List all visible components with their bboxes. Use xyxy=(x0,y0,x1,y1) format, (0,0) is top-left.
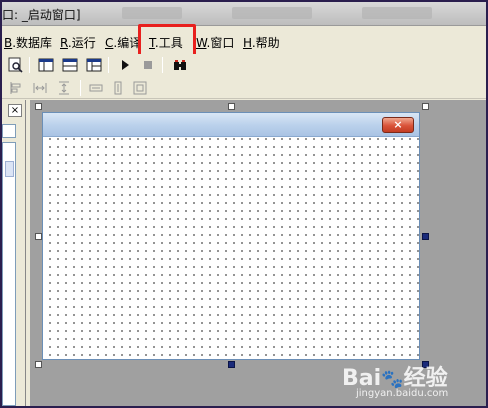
menu-window[interactable]: W.窗口 xyxy=(196,34,234,51)
same-width-icon[interactable] xyxy=(88,80,104,96)
window-layout-icon[interactable] xyxy=(38,57,54,73)
form-close-button[interactable]: × xyxy=(382,117,414,133)
selection-handle[interactable] xyxy=(35,233,42,240)
paw-icon: 🐾 xyxy=(381,369,404,390)
same-size-icon[interactable] xyxy=(132,80,148,96)
tools-menu-highlight xyxy=(138,24,196,58)
menu-compile[interactable]: C.编译 xyxy=(105,34,141,51)
object-list[interactable] xyxy=(2,142,16,406)
window-title: 口: _启动窗口] xyxy=(2,8,81,22)
list-scrollbar[interactable] xyxy=(5,161,14,177)
baidu-watermark: Bai🐾经验 jingyan.baidu.com xyxy=(342,360,448,399)
blurred-title-text xyxy=(232,7,312,19)
stop-icon[interactable] xyxy=(140,57,156,73)
selection-handle[interactable] xyxy=(422,233,429,240)
watermark-url: jingyan.baidu.com xyxy=(356,388,449,399)
startup-window-form[interactable]: × xyxy=(42,112,420,360)
menu-help[interactable]: H.帮助 xyxy=(243,34,280,51)
selection-handle[interactable] xyxy=(422,103,429,110)
panel-close-button[interactable]: × xyxy=(8,104,22,117)
menu-database[interactable]: B.数据库 xyxy=(4,34,52,51)
menu-bar: B.数据库 R.运行 C.编译 T.工具 W.窗口 H.帮助 xyxy=(2,30,486,54)
same-height-icon[interactable] xyxy=(110,80,126,96)
run-icon[interactable] xyxy=(117,57,133,73)
align-left-icon[interactable] xyxy=(8,80,24,96)
ide-window: 口: _启动窗口] B.数据库 R.运行 C.编译 T.工具 W.窗口 H.帮助 xyxy=(2,2,486,406)
window-layout-2-icon[interactable] xyxy=(62,57,78,73)
title-bar: 口: _启动窗口] xyxy=(2,2,486,26)
main-toolbar xyxy=(2,54,486,76)
align-center-icon[interactable] xyxy=(56,80,72,96)
space-horizontal-icon[interactable] xyxy=(32,80,48,96)
window-layout-3-icon[interactable] xyxy=(86,57,102,73)
selection-handle[interactable] xyxy=(35,103,42,110)
selection-handle[interactable] xyxy=(35,361,42,368)
selection-handle[interactable] xyxy=(228,103,235,110)
blurred-title-text xyxy=(122,7,182,19)
left-side-panel: × xyxy=(2,100,26,406)
binoculars-icon[interactable] xyxy=(172,57,188,73)
align-toolbar xyxy=(2,77,486,99)
menu-run[interactable]: R.运行 xyxy=(60,34,96,51)
form-title-bar[interactable]: × xyxy=(43,113,419,137)
object-combo[interactable] xyxy=(2,124,16,138)
selection-handle[interactable] xyxy=(228,361,235,368)
preview-icon[interactable] xyxy=(8,57,24,73)
blurred-title-text xyxy=(362,7,432,19)
